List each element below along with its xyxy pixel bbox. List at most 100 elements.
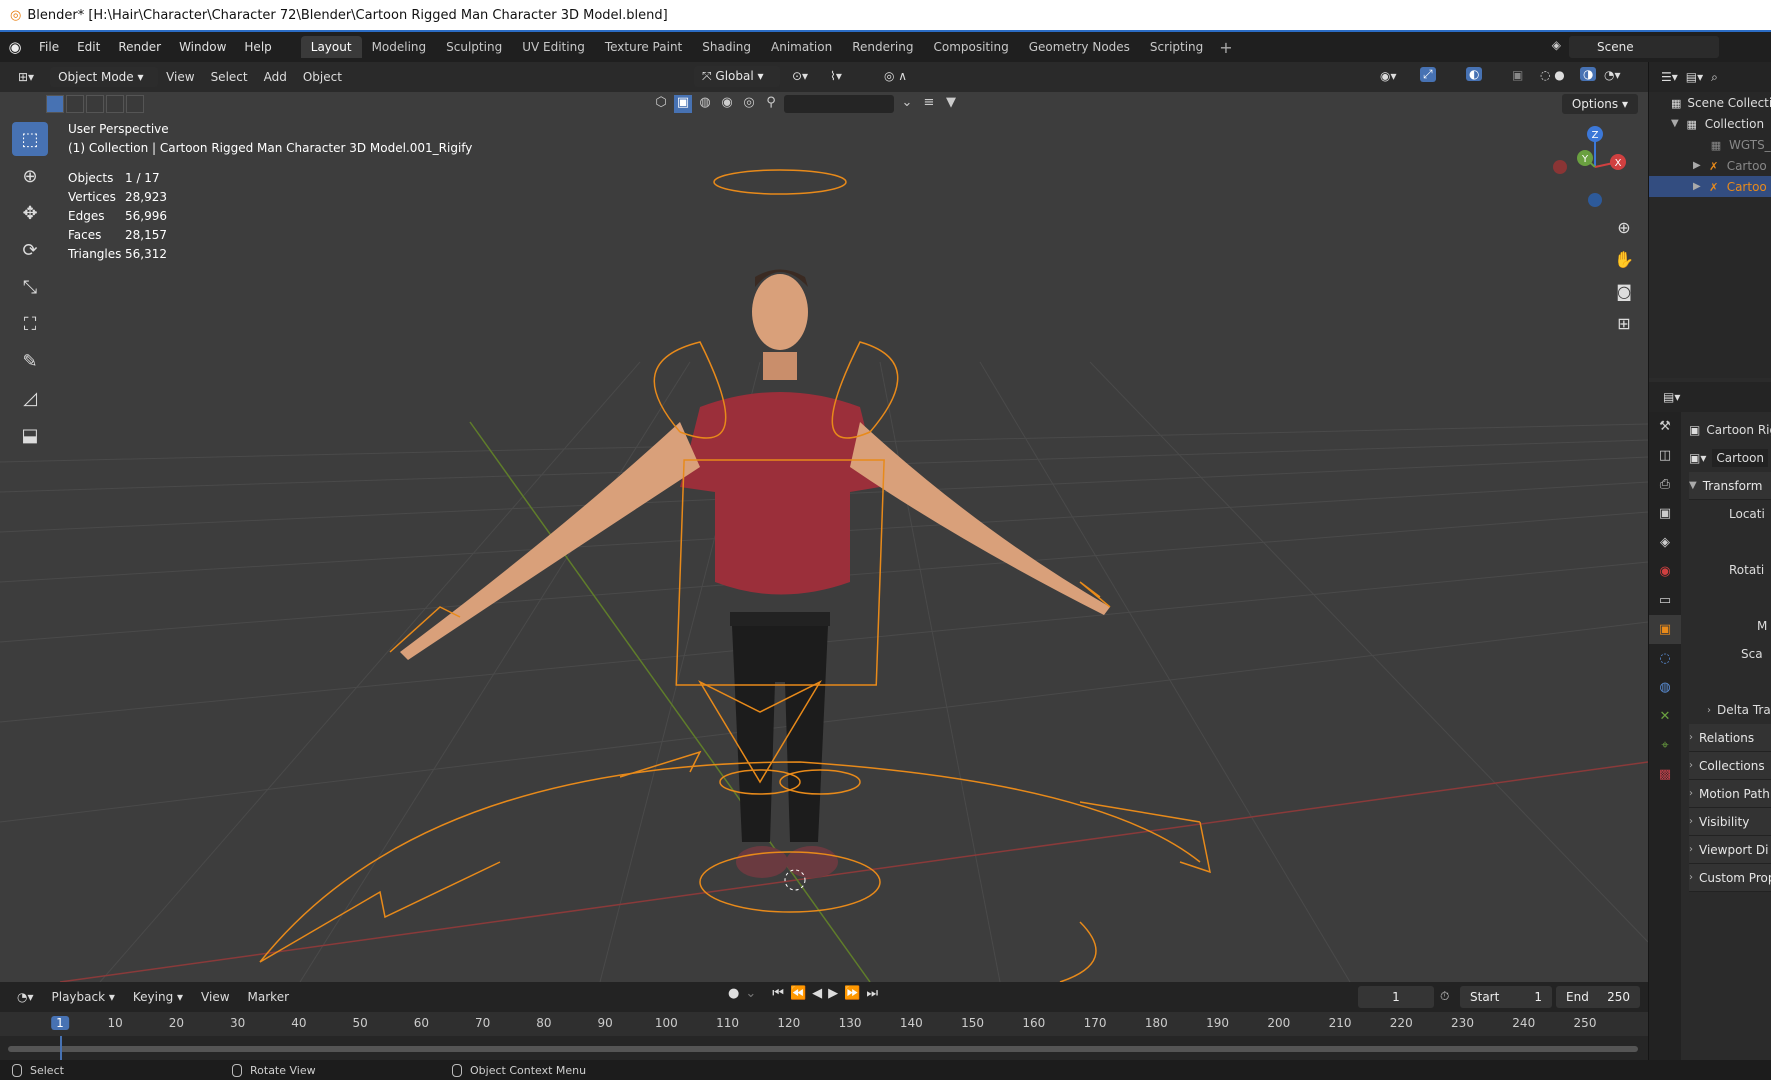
measure-tool-icon[interactable]: ◿ (12, 381, 48, 415)
properties-editor[interactable]: ▤▾ ⚒ ◫ ⎙ ▣ ◈ ◉ ▭ ▣ ◌ ◍ ✕ ⌖ ▩ ▣ Cartoon Ri… (1649, 382, 1771, 1060)
rotate-tool-icon[interactable]: ⟳ (12, 233, 48, 267)
collection-tab-icon[interactable]: ▭ (1649, 586, 1681, 615)
proportional-edit-icon[interactable]: ◎ ∧ (884, 69, 907, 83)
expand-icon[interactable]: ▶ (1693, 160, 1701, 171)
tab-uv-editing[interactable]: UV Editing (512, 36, 595, 58)
panel-custom-properties[interactable]: › Custom Prop (1689, 864, 1771, 892)
menu-help[interactable]: Help (235, 40, 280, 54)
armature-data-tab-icon[interactable]: ⌖ (1649, 731, 1681, 760)
viewport-menu-add[interactable]: Add (256, 67, 295, 87)
pan-hand-icon[interactable]: ✋ (1610, 246, 1638, 274)
expand-icon[interactable]: ▶ (1693, 181, 1701, 192)
timeline-menu-keying[interactable]: Keying ▾ (124, 987, 192, 1007)
viewport-search-input[interactable] (784, 95, 894, 113)
transform-orientation-dropdown[interactable]: ⤧ Global ▾ (694, 66, 780, 87)
zoom-icon[interactable]: ⊕ (1610, 214, 1638, 242)
play-icon[interactable]: ▶ (828, 986, 838, 1001)
select-intersect-icon[interactable] (126, 95, 144, 113)
select-box-tool-icon[interactable]: ⬚ (12, 122, 48, 156)
panel-transform[interactable]: ▼ Transform (1689, 472, 1771, 500)
outliner-row-wgts[interactable]: ▦ WGTS_ (1649, 134, 1771, 155)
jump-keyframe-forward-icon[interactable]: ⏩ (844, 986, 860, 1001)
texture-tab-icon[interactable]: ▩ (1649, 760, 1681, 789)
outliner-display-mode-icon[interactable]: ▤▾ (1686, 70, 1703, 84)
physics-tab-icon[interactable]: ◍ (1649, 673, 1681, 702)
jump-start-icon[interactable]: ⏮ (772, 986, 784, 1001)
navigation-gizmo[interactable]: Z X Y (1550, 122, 1640, 212)
menu-edit[interactable]: Edit (68, 40, 109, 54)
add-cube-tool-icon[interactable]: ⬓ (12, 418, 48, 452)
tool-tab-icon[interactable]: ⚒ (1649, 412, 1681, 441)
record-icon[interactable]: ● (728, 986, 739, 1001)
shading-solid-icon[interactable]: ◌ ● (1540, 68, 1565, 82)
scale-tool-icon[interactable]: ⤡ (12, 270, 48, 304)
object-data-row[interactable]: ▣▾ Cartoon (1689, 444, 1771, 472)
scene-tab-icon[interactable]: ◈ (1649, 528, 1681, 557)
3d-viewport[interactable]: ⊞▾ Object Mode ▾ View Select Add Object … (0, 62, 1648, 982)
jump-end-icon[interactable]: ⏭ (866, 986, 878, 1001)
stopwatch-icon[interactable]: ⏱ (1440, 989, 1449, 1004)
scene-icon[interactable]: ◈ (1552, 38, 1561, 52)
timeline-track[interactable] (0, 1036, 1648, 1060)
viewport-menu-select[interactable]: Select (203, 67, 256, 87)
select-new-icon[interactable] (46, 95, 64, 113)
filter-sphere-icon[interactable]: ◍ (696, 95, 714, 113)
timeline-editor[interactable]: ◔▾ Playback ▾ Keying ▾ View Marker ● ⌄ ⏮… (0, 982, 1648, 1060)
object-tab-icon[interactable]: ▣ (1649, 615, 1681, 644)
timeline-menu-playback[interactable]: Playback ▾ (43, 987, 124, 1007)
xray-icon[interactable]: ▣ (1512, 68, 1523, 82)
object-name-row[interactable]: ▣ Cartoon Rig (1689, 416, 1771, 444)
select-extend-icon[interactable] (66, 95, 84, 113)
timeline-menu-marker[interactable]: Marker (239, 987, 298, 1007)
panel-collections[interactable]: › Collections (1689, 752, 1771, 780)
add-workspace-icon[interactable]: + (1213, 38, 1238, 57)
tab-modeling[interactable]: Modeling (362, 36, 437, 58)
constraint-tab-icon[interactable]: ✕ (1649, 702, 1681, 731)
select-difference-icon[interactable] (106, 95, 124, 113)
move-tool-icon[interactable]: ✥ (12, 196, 48, 230)
tab-geometry-nodes[interactable]: Geometry Nodes (1019, 36, 1140, 58)
menu-render[interactable]: Render (109, 40, 170, 54)
filter-lock-icon[interactable]: ⚲ (762, 95, 780, 113)
outliner-row-cartoon-armature[interactable]: ▶ ✗ Cartoo (1649, 155, 1771, 176)
panel-motion-paths[interactable]: › Motion Path (1689, 780, 1771, 808)
play-reverse-icon[interactable]: ◀ (812, 986, 822, 1001)
expand-icon[interactable]: ▼ (1671, 118, 1679, 129)
gizmo-toggle-icon[interactable]: ⤢ (1420, 67, 1436, 82)
funnel-icon[interactable]: ▼ (942, 95, 960, 113)
shading-material-icon[interactable]: ◑ (1580, 67, 1597, 81)
pivot-icon[interactable]: ⊙▾ (792, 69, 808, 83)
select-subtract-icon[interactable] (86, 95, 104, 113)
filter-select-icon[interactable]: ▣ (674, 95, 692, 113)
record-dropdown-icon[interactable]: ⌄ (745, 986, 756, 1001)
outliner-search-icon[interactable]: ⌕ (1711, 70, 1718, 85)
menu-window[interactable]: Window (170, 40, 235, 54)
tab-animation[interactable]: Animation (761, 36, 842, 58)
output-tab-icon[interactable]: ⎙ (1649, 470, 1681, 499)
mode-dropdown[interactable]: Object Mode ▾ (50, 67, 159, 87)
visibility-icon[interactable]: ◉▾ (1380, 69, 1397, 83)
camera-view-icon[interactable]: ◙ (1610, 278, 1638, 306)
outliner-editor-type-icon[interactable]: ☰▾ (1661, 70, 1678, 84)
tab-sculpting[interactable]: Sculpting (436, 36, 512, 58)
scene-selector[interactable]: Scene (1569, 36, 1719, 58)
filter-camera-icon[interactable]: ◎ (740, 95, 758, 113)
frame-ruler[interactable]: 1 10 20 30 40 50 60 70 80 90 100 110 120 130 140 150 160… (0, 1012, 1648, 1036)
delta-transform-row[interactable]: › Delta Tra (1689, 696, 1771, 724)
start-frame-field[interactable]: Start 1 (1460, 986, 1552, 1008)
viewport-menu-object[interactable]: Object (295, 67, 350, 87)
ortho-grid-icon[interactable]: ⊞ (1610, 310, 1638, 338)
world-tab-icon[interactable]: ◉ (1649, 557, 1681, 586)
timeline-scrollbar[interactable] (8, 1046, 1638, 1052)
filter-dropdown-icon[interactable]: ⌄ (898, 95, 916, 113)
transform-tool-icon[interactable]: ⛶ (12, 307, 48, 341)
outliner-row-collection[interactable]: ▼ ▦ Collection (1649, 113, 1771, 134)
filter-light-icon[interactable]: ◉ (718, 95, 736, 113)
options-dropdown[interactable]: Options ▾ (1561, 94, 1638, 114)
tab-texture-paint[interactable]: Texture Paint (595, 36, 692, 58)
end-frame-field[interactable]: End 250 (1556, 986, 1640, 1008)
viewport-menu-view[interactable]: View (158, 67, 202, 87)
jump-keyframe-back-icon[interactable]: ⏪ (790, 986, 806, 1001)
menu-file[interactable]: File (30, 40, 68, 54)
tab-scripting[interactable]: Scripting (1140, 36, 1213, 58)
